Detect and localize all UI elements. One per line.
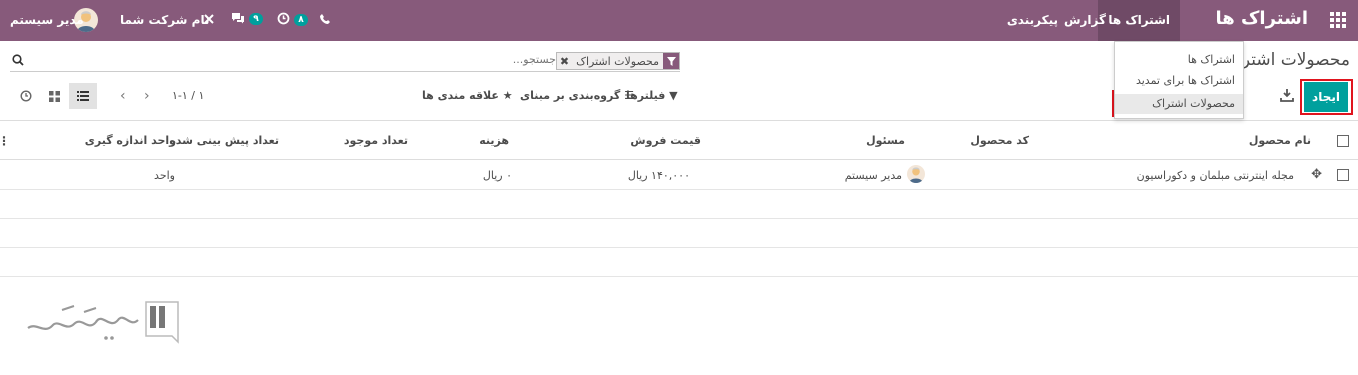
- activity-view-button[interactable]: [12, 83, 40, 109]
- search-bar: محصولات اشتراک ✖: [10, 50, 680, 72]
- dropdown-item-subscription-products[interactable]: محصولات اشتراک: [1115, 94, 1243, 114]
- facet-remove-icon[interactable]: ✖: [557, 55, 572, 68]
- groupby-label: گروه‌بندی بر مبنای: [520, 89, 621, 102]
- activities-icon[interactable]: ۸: [277, 10, 308, 51]
- messages-badge: ۹: [249, 13, 263, 25]
- favorites-label: علاقه مندی ها: [422, 89, 499, 102]
- dropdown-item-subscriptions[interactable]: اشتراک ها: [1188, 53, 1235, 66]
- top-navbar: اشتراک ها اشتراک ها گزارش پیکربندی ۸ ۹ ن…: [0, 0, 1358, 41]
- menu-reporting[interactable]: گزارش: [1064, 13, 1106, 27]
- list-view-button[interactable]: [69, 83, 97, 109]
- messages-icon[interactable]: ۹: [231, 10, 263, 51]
- optional-columns-icon[interactable]: ⋮: [0, 134, 10, 148]
- col-forecast-qty[interactable]: تعداد پیش بینی شده: [169, 134, 279, 147]
- filter-funnel-icon: ▼: [669, 89, 678, 102]
- cell-sale-price: ۱۴۰,۰۰۰ ریال: [627, 169, 690, 182]
- menu-subscriptions[interactable]: اشتراک ها: [1098, 0, 1180, 41]
- drag-handle-icon[interactable]: ✥: [1311, 167, 1322, 182]
- pager-prev-icon[interactable]: ‹: [120, 88, 126, 104]
- cell-uom: واحد: [154, 169, 175, 182]
- phone-icon[interactable]: [319, 13, 331, 54]
- kanban-view-icon: [48, 90, 60, 102]
- app-title[interactable]: اشتراک ها: [1215, 8, 1308, 29]
- select-all-checkbox[interactable]: [1337, 135, 1349, 147]
- list-view-icon: [77, 91, 89, 101]
- dropdown-item-renewals[interactable]: اشتراک ها برای تمدید: [1136, 74, 1235, 87]
- col-product-name[interactable]: نام محصول: [1249, 134, 1311, 147]
- pager-value[interactable]: ۱-۱ / ۱: [172, 89, 204, 102]
- col-cost[interactable]: هزینه: [479, 134, 509, 147]
- highlight-create-button: [1300, 79, 1353, 115]
- search-facet: محصولات اشتراک ✖: [555, 52, 680, 70]
- facet-label: محصولات اشتراک: [576, 54, 659, 68]
- cell-cost: ۰ ریال: [482, 169, 512, 182]
- col-uom[interactable]: واحد اندازه گیری: [85, 134, 176, 147]
- star-icon: ★: [502, 89, 513, 102]
- company-switcher[interactable]: نام شرکت شما: [120, 13, 209, 54]
- cell-responsible: مدیر سیستم: [844, 169, 902, 182]
- table-row-empty: [0, 190, 1358, 219]
- col-responsible[interactable]: مسئول: [866, 134, 905, 147]
- groupby-button[interactable]: ☰ گروه‌بندی بر مبنای: [520, 89, 634, 102]
- table-row-empty: [0, 248, 1358, 277]
- filter-icon: [663, 53, 679, 69]
- apps-menu-icon[interactable]: [1330, 12, 1346, 28]
- col-product-code[interactable]: کد محصول: [970, 134, 1029, 147]
- menu-configuration[interactable]: پیکربندی: [1007, 13, 1058, 27]
- col-sale-price[interactable]: قیمت فروش: [630, 134, 701, 147]
- cell-product-name: مجله اینترنتی مبلمان و دکوراسیون: [1136, 169, 1294, 182]
- subscriptions-dropdown: اشتراک ها اشتراک ها برای تمدید محصولات ا…: [1114, 41, 1244, 119]
- search-input[interactable]: [136, 53, 556, 66]
- clock-icon: [20, 90, 32, 102]
- download-icon[interactable]: [1280, 88, 1294, 102]
- table-header: نام محصول کد محصول مسئول قیمت فروش هزینه…: [0, 120, 1358, 160]
- row-checkbox[interactable]: [1337, 169, 1349, 181]
- watermark-logo: [22, 298, 182, 348]
- search-icon[interactable]: [12, 54, 24, 66]
- col-qty-on-hand[interactable]: تعداد موجود: [344, 134, 408, 147]
- responsible-avatar: [907, 165, 925, 183]
- groupby-icon: ☰: [624, 89, 634, 102]
- user-menu[interactable]: مدیر سیستم: [10, 13, 84, 54]
- kanban-view-button[interactable]: [40, 83, 68, 109]
- table-row-empty: [0, 219, 1358, 248]
- activities-badge: ۸: [294, 14, 308, 26]
- pager-next-icon[interactable]: ›: [144, 88, 150, 104]
- table-row[interactable]: ✥ مجله اینترنتی مبلمان و دکوراسیون مدیر …: [0, 161, 1358, 190]
- favorites-button[interactable]: ★ علاقه مندی ها: [422, 89, 513, 102]
